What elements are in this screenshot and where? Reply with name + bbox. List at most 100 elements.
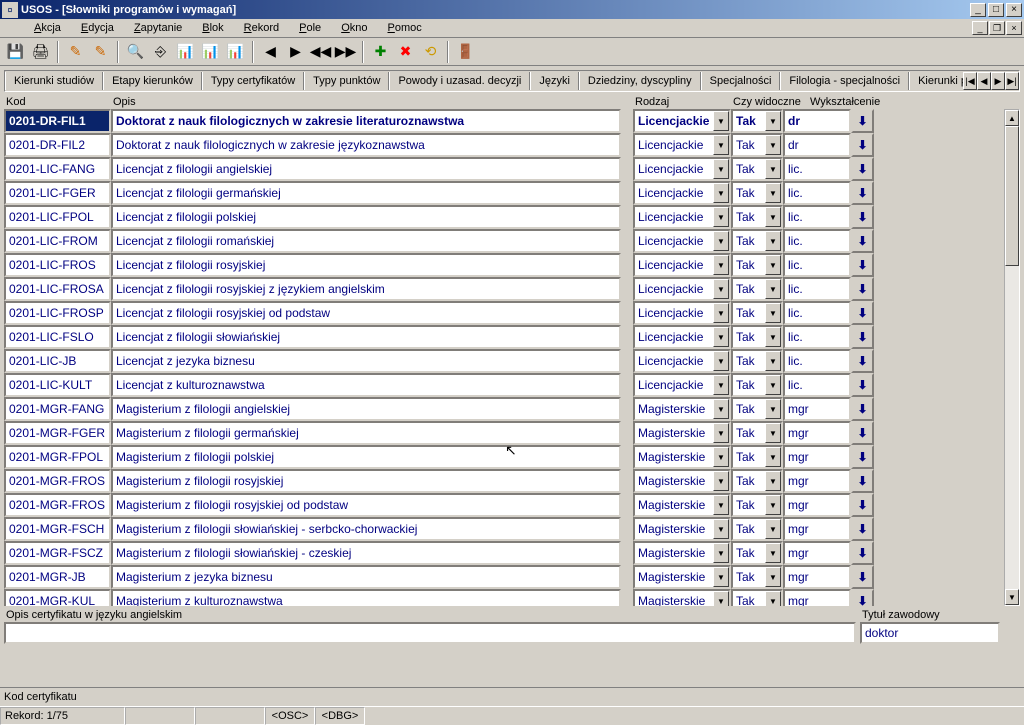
chevron-down-icon[interactable]: ▼ [713, 183, 729, 203]
cell-kod[interactable]: 0201-LIC-FROSP [4, 301, 111, 325]
add-icon[interactable]: ✚ [369, 41, 392, 63]
cell-wyk[interactable]: lic. [783, 301, 851, 325]
row-action-button[interactable]: ⬇ [851, 301, 874, 325]
delete-icon[interactable]: ✖ [394, 41, 417, 63]
cell-wyk[interactable]: dr [783, 133, 851, 157]
table-row[interactable]: 0201-LIC-FGERLicencjat z filologii germa… [4, 181, 1004, 205]
row-action-button[interactable]: ⬇ [851, 277, 874, 301]
cell-opis[interactable]: Doktorat z nauk filologicznych w zakresi… [111, 133, 621, 157]
cell-opis[interactable]: Licencjat z filologii polskiej [111, 205, 621, 229]
row-action-button[interactable]: ⬇ [851, 397, 874, 421]
search-icon[interactable]: 🔍 [124, 41, 147, 63]
tab-prev-button[interactable]: ◀ [977, 72, 991, 90]
czy-dropdown[interactable]: Tak▼ [731, 157, 783, 181]
cell-kod[interactable]: 0201-LIC-FANG [4, 157, 111, 181]
scroll-up-button[interactable]: ▲ [1005, 110, 1019, 126]
chart2-icon[interactable]: 📊 [199, 41, 222, 63]
czy-dropdown[interactable]: Tak▼ [731, 205, 783, 229]
cell-opis[interactable]: Magisterium z filologii polskiej [111, 445, 621, 469]
rodzaj-dropdown[interactable]: Magisterskie▼ [633, 517, 731, 541]
cell-opis[interactable]: Licencjat z jezyka biznesu [111, 349, 621, 373]
close-button[interactable]: × [1006, 3, 1022, 17]
row-action-button[interactable]: ⬇ [851, 229, 874, 253]
czy-dropdown[interactable]: Tak▼ [731, 253, 783, 277]
cell-kod[interactable]: 0201-MGR-FPOL [4, 445, 111, 469]
menu-blok[interactable]: Blok [192, 20, 233, 36]
cell-opis[interactable]: Magisterium z jezyka biznesu [111, 565, 621, 589]
rodzaj-dropdown[interactable]: Licencjackie▼ [633, 373, 731, 397]
rodzaj-dropdown[interactable]: Licencjackie▼ [633, 349, 731, 373]
row-action-button[interactable]: ⬇ [851, 133, 874, 157]
table-row[interactable]: 0201-MGR-FROSMagisterium z filologii ros… [4, 469, 1004, 493]
cell-wyk[interactable]: lic. [783, 253, 851, 277]
menu-pomoc[interactable]: Pomoc [378, 20, 432, 36]
rodzaj-dropdown[interactable]: Licencjackie▼ [633, 325, 731, 349]
cell-opis[interactable]: Magisterium z filologii rosyjskiej [111, 469, 621, 493]
cell-kod[interactable]: 0201-MGR-FGER [4, 421, 111, 445]
menu-okno[interactable]: Okno [331, 20, 377, 36]
rodzaj-dropdown[interactable]: Magisterskie▼ [633, 421, 731, 445]
czy-dropdown[interactable]: Tak▼ [731, 589, 783, 606]
rodzaj-dropdown[interactable]: Magisterskie▼ [633, 397, 731, 421]
opis-ang-input[interactable] [4, 622, 856, 644]
chevron-down-icon[interactable]: ▼ [765, 471, 781, 491]
maximize-button[interactable]: □ [988, 3, 1004, 17]
rodzaj-dropdown[interactable]: Magisterskie▼ [633, 589, 731, 606]
row-action-button[interactable]: ⬇ [851, 181, 874, 205]
czy-dropdown[interactable]: Tak▼ [731, 373, 783, 397]
print-icon[interactable]: 🖨 [29, 41, 52, 63]
chevron-down-icon[interactable]: ▼ [765, 567, 781, 587]
chevron-down-icon[interactable]: ▼ [765, 135, 781, 155]
cell-opis[interactable]: Licencjat z filologii rosyjskiej z język… [111, 277, 621, 301]
czy-dropdown[interactable]: Tak▼ [731, 565, 783, 589]
menu-pole[interactable]: Pole [289, 20, 331, 36]
chevron-down-icon[interactable]: ▼ [765, 231, 781, 251]
czy-dropdown[interactable]: Tak▼ [731, 541, 783, 565]
chevron-down-icon[interactable]: ▼ [713, 303, 729, 323]
chevron-down-icon[interactable]: ▼ [713, 159, 729, 179]
row-action-button[interactable]: ⬇ [851, 205, 874, 229]
chevron-down-icon[interactable]: ▼ [713, 399, 729, 419]
cell-kod[interactable]: 0201-MGR-FROS [4, 493, 111, 517]
rodzaj-dropdown[interactable]: Licencjackie▼ [633, 157, 731, 181]
row-action-button[interactable]: ⬇ [851, 421, 874, 445]
rodzaj-dropdown[interactable]: Magisterskie▼ [633, 469, 731, 493]
cell-kod[interactable]: 0201-DR-FIL1 [4, 109, 111, 133]
cell-kod[interactable]: 0201-LIC-FPOL [4, 205, 111, 229]
row-action-button[interactable]: ⬇ [851, 157, 874, 181]
cell-kod[interactable]: 0201-MGR-FSCH [4, 517, 111, 541]
czy-dropdown[interactable]: Tak▼ [731, 325, 783, 349]
rodzaj-dropdown[interactable]: Licencjackie▼ [633, 253, 731, 277]
chevron-down-icon[interactable]: ▼ [765, 303, 781, 323]
cell-opis[interactable]: Licencjat z filologii słowiańskiej [111, 325, 621, 349]
table-row[interactable]: 0201-MGR-FPOLMagisterium z filologii pol… [4, 445, 1004, 469]
scroll-thumb[interactable] [1005, 126, 1019, 266]
czy-dropdown[interactable]: Tak▼ [731, 109, 783, 133]
table-row[interactable]: 0201-LIC-FSLOLicencjat z filologii słowi… [4, 325, 1004, 349]
exit-icon[interactable]: 🚪 [454, 41, 477, 63]
tab-2[interactable]: Typy certyfikatów [202, 72, 304, 90]
cell-wyk[interactable]: mgr [783, 397, 851, 421]
cell-opis[interactable]: Magisterium z filologii rosyjskiej od po… [111, 493, 621, 517]
table-row[interactable]: 0201-LIC-FROMLicencjat z filologii romań… [4, 229, 1004, 253]
cell-kod[interactable]: 0201-MGR-FSCZ [4, 541, 111, 565]
chart3-icon[interactable]: 📊 [224, 41, 247, 63]
cell-wyk[interactable]: dr [783, 109, 851, 133]
chevron-down-icon[interactable]: ▼ [765, 351, 781, 371]
table-row[interactable]: 0201-MGR-JBMagisterium z jezyka biznesuM… [4, 565, 1004, 589]
cell-wyk[interactable]: lic. [783, 157, 851, 181]
cell-opis[interactable]: Licencjat z filologii rosyjskiej od pods… [111, 301, 621, 325]
row-action-button[interactable]: ⬇ [851, 541, 874, 565]
chevron-down-icon[interactable]: ▼ [713, 591, 729, 606]
czy-dropdown[interactable]: Tak▼ [731, 445, 783, 469]
row-action-button[interactable]: ⬇ [851, 589, 874, 606]
cell-wyk[interactable]: mgr [783, 493, 851, 517]
rodzaj-dropdown[interactable]: Licencjackie▼ [633, 277, 731, 301]
mdi-restore-button[interactable]: ❐ [989, 21, 1005, 35]
cell-wyk[interactable]: mgr [783, 517, 851, 541]
menu-zapytanie[interactable]: Zapytanie [124, 20, 192, 36]
cell-opis[interactable]: Magisterium z filologii słowiańskiej - s… [111, 517, 621, 541]
tab-5[interactable]: Języki [530, 72, 579, 90]
czy-dropdown[interactable]: Tak▼ [731, 517, 783, 541]
czy-dropdown[interactable]: Tak▼ [731, 181, 783, 205]
